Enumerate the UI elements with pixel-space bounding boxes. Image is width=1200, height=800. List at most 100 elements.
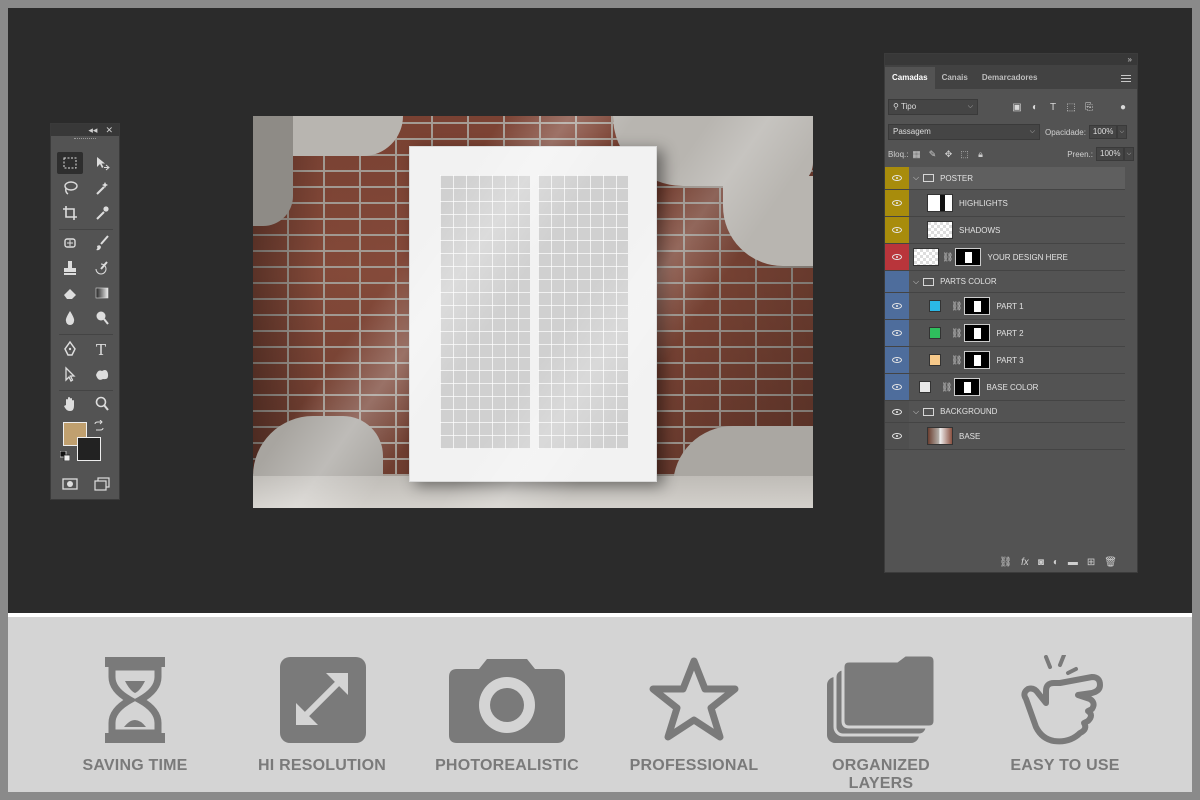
visibility-toggle[interactable]	[885, 374, 909, 400]
layer-mask-thumbnail[interactable]	[964, 297, 991, 315]
hand-tool[interactable]	[57, 393, 83, 415]
brush-tool[interactable]	[89, 232, 115, 254]
layer-row[interactable]: BASE	[885, 423, 1125, 450]
clone-stamp-tool[interactable]	[57, 257, 83, 279]
fx-icon[interactable]: fx	[1021, 557, 1029, 568]
path-selection-tool[interactable]	[57, 364, 83, 386]
gradient-tool[interactable]	[89, 282, 115, 304]
visibility-toggle[interactable]	[885, 347, 909, 373]
filter-adjustment-icon[interactable]: ◐	[1026, 99, 1044, 115]
tab-canais[interactable]: Canais	[935, 67, 975, 89]
layer-row[interactable]: ⛓ PART 3	[885, 347, 1125, 374]
swap-colors-icon[interactable]	[93, 420, 105, 432]
document-canvas[interactable]	[253, 116, 813, 508]
fill-input[interactable]: 100%	[1096, 147, 1124, 161]
plaster-patch	[253, 116, 293, 226]
panel-expand-icon[interactable]: »	[885, 54, 1137, 65]
blend-mode-dropdown[interactable]: Passagem ⌵	[888, 124, 1040, 140]
marquee-tool[interactable]	[57, 152, 83, 174]
adjustment-layer-icon[interactable]: ◐	[1053, 557, 1059, 568]
layer-row[interactable]: SHADOWS	[885, 217, 1125, 244]
layer-row[interactable]: ⛓ BASE COLOR	[885, 374, 1125, 401]
layer-row[interactable]: HIGHLIGHTS	[885, 190, 1125, 217]
screen-mode-icon[interactable]	[89, 473, 115, 495]
lock-transparency-icon[interactable]: ▦	[908, 149, 924, 160]
lock-position-icon[interactable]: ✥	[940, 149, 956, 160]
layer-row[interactable]: ⌵ POSTER	[885, 167, 1125, 190]
visibility-toggle[interactable]	[885, 190, 909, 216]
fill-color-swatch[interactable]	[929, 300, 941, 312]
panel-menu-icon[interactable]	[1121, 67, 1131, 89]
layer-row[interactable]: ⛓ YOUR DESIGN HERE	[885, 244, 1125, 271]
lasso-tool[interactable]	[57, 177, 83, 199]
custom-shape-tool[interactable]	[89, 364, 115, 386]
svg-text:T: T	[96, 341, 106, 358]
opacity-input[interactable]: 100%	[1088, 125, 1117, 139]
eraser-tool[interactable]	[57, 282, 83, 304]
crop-tool[interactable]	[57, 202, 83, 224]
visibility-toggle[interactable]	[885, 244, 909, 270]
lock-pixels-icon[interactable]: ✎	[924, 149, 940, 160]
visibility-toggle[interactable]	[885, 423, 909, 449]
filter-kind-dropdown[interactable]: ⚲ Tipo ⌵	[888, 99, 978, 115]
filter-toggle-icon[interactable]: ●	[1114, 99, 1132, 115]
chevron-down-icon[interactable]: ⌵	[913, 407, 919, 417]
layer-mask-thumbnail[interactable]	[955, 248, 982, 266]
visibility-toggle[interactable]	[885, 167, 909, 189]
move-tool[interactable]	[89, 152, 115, 174]
healing-brush-tool[interactable]	[57, 232, 83, 254]
default-colors-icon[interactable]	[60, 451, 70, 461]
fill-color-swatch[interactable]	[919, 381, 931, 393]
fill-dropdown-icon[interactable]: ⌵	[1124, 147, 1134, 161]
filter-type-icon[interactable]: T	[1044, 99, 1062, 115]
history-brush-tool[interactable]	[89, 257, 115, 279]
magic-wand-tool[interactable]	[89, 177, 115, 199]
fill-color-swatch[interactable]	[929, 354, 941, 366]
link-icon[interactable]: ⛓	[942, 252, 953, 263]
visibility-toggle[interactable]	[885, 293, 909, 319]
eyedropper-tool[interactable]	[89, 202, 115, 224]
layer-row[interactable]: ⌵ BACKGROUND	[885, 401, 1125, 423]
layer-row[interactable]: ⛓ PART 2	[885, 320, 1125, 347]
background-color-swatch[interactable]	[77, 437, 101, 461]
chevron-down-icon[interactable]: ⌵	[913, 277, 919, 287]
filter-pixel-icon[interactable]: ▣	[1008, 99, 1026, 115]
visibility-toggle[interactable]	[885, 217, 909, 243]
visibility-toggle[interactable]	[885, 320, 909, 346]
filter-shape-icon[interactable]: ⬚	[1062, 99, 1080, 115]
chevron-down-icon[interactable]: ⌵	[913, 173, 919, 183]
lock-artboard-icon[interactable]: ⬚	[956, 149, 972, 160]
blur-tool[interactable]	[57, 307, 83, 329]
add-mask-icon[interactable]: ◙	[1038, 557, 1044, 568]
dodge-tool[interactable]	[89, 307, 115, 329]
opacity-dropdown-icon[interactable]: ⌵	[1116, 125, 1127, 139]
new-group-icon[interactable]: ▬	[1068, 557, 1078, 568]
link-icon[interactable]: ⛓	[951, 301, 962, 312]
layer-row[interactable]: ⛓ PART 1	[885, 293, 1125, 320]
zoom-tool[interactable]	[89, 393, 115, 415]
layer-mask-thumbnail[interactable]	[964, 351, 991, 369]
close-icon[interactable]: ✕	[105, 125, 113, 136]
new-layer-icon[interactable]: ⊞	[1087, 557, 1095, 568]
feature-organized-layers: ORGANIZED LAYERS	[801, 655, 961, 792]
fill-color-swatch[interactable]	[929, 327, 941, 339]
quick-mask-icon[interactable]	[57, 473, 83, 495]
filter-smart-object-icon[interactable]: ⎘	[1080, 99, 1098, 115]
layer-row[interactable]: ⌵ PARTS COLOR	[885, 271, 1125, 293]
link-icon[interactable]: ⛓	[951, 328, 962, 339]
visibility-toggle[interactable]	[885, 271, 909, 292]
type-tool[interactable]: T	[89, 338, 115, 360]
visibility-toggle[interactable]	[885, 401, 909, 422]
trash-icon[interactable]: 🗑︎	[1104, 557, 1117, 568]
tab-camadas[interactable]: Camadas	[885, 67, 935, 89]
layer-mask-thumbnail[interactable]	[964, 324, 991, 342]
layer-mask-thumbnail[interactable]	[954, 378, 981, 396]
link-layers-icon[interactable]: ⛓	[999, 557, 1012, 568]
tab-demarcadores[interactable]: Demarcadores	[975, 67, 1045, 89]
link-icon[interactable]: ⛓	[951, 355, 962, 366]
panel-grip[interactable]	[51, 136, 119, 142]
lock-all-icon[interactable]: 🔒︎	[972, 149, 988, 160]
link-icon[interactable]: ⛓	[941, 382, 952, 393]
chevron-double-left-icon[interactable]: ◂◂	[88, 125, 97, 136]
pen-tool[interactable]	[57, 338, 83, 360]
